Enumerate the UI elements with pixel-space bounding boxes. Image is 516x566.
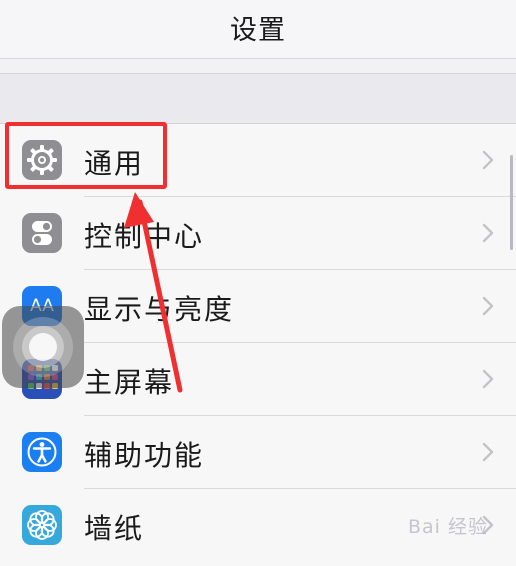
settings-row-accessibility[interactable]: 辅助功能 bbox=[0, 416, 516, 489]
assistive-touch-button[interactable] bbox=[2, 306, 84, 388]
page-title: 设置 bbox=[230, 15, 286, 46]
settings-row-label: 辅助功能 bbox=[84, 439, 205, 472]
navigation-bar: 设置 bbox=[0, 0, 516, 58]
scrollbar[interactable] bbox=[510, 155, 513, 250]
settings-row-label: 显示与亮度 bbox=[84, 293, 235, 326]
watermark: Bai 经验 bbox=[408, 516, 488, 538]
chevron-right-icon bbox=[482, 223, 494, 247]
chevron-right-icon bbox=[482, 442, 494, 466]
chevron-right-icon bbox=[482, 296, 494, 320]
accessibility-icon bbox=[22, 432, 62, 472]
chevron-right-icon bbox=[482, 369, 494, 393]
settings-row-label: 控制中心 bbox=[84, 220, 205, 253]
assistive-touch-center bbox=[29, 333, 57, 361]
highlight-box bbox=[5, 122, 167, 189]
control-center-icon bbox=[22, 213, 62, 253]
settings-row-control-center[interactable]: 控制中心 bbox=[0, 197, 516, 270]
chevron-right-icon bbox=[482, 150, 494, 174]
settings-row-label: 墙纸 bbox=[84, 512, 145, 545]
divider bbox=[0, 58, 516, 59]
section-gap bbox=[0, 73, 516, 124]
settings-row-label: 主屏幕 bbox=[84, 366, 175, 399]
wallpaper-icon bbox=[22, 505, 62, 545]
